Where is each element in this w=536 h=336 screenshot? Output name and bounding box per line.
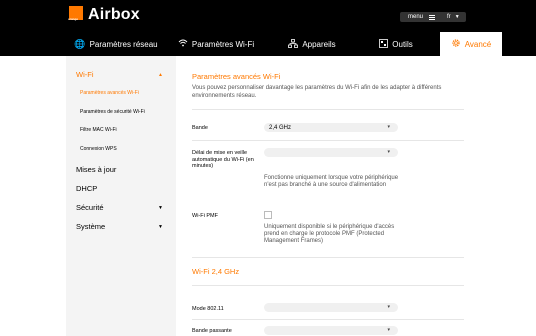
language-selector[interactable]: fr — [447, 14, 451, 20]
sidebar-item-mises-a-jour[interactable]: Mises à jour — [76, 165, 116, 174]
globe-icon: 🌐 — [74, 38, 86, 49]
menu-bar: menu fr ▼ — [400, 12, 466, 22]
bande-passante-select[interactable]: ▾ — [264, 326, 398, 335]
sidebar-item-parametres-securite-wifi[interactable]: Paramètres de sécurité Wi-Fi — [80, 109, 145, 115]
veille-select[interactable]: ▾ — [264, 148, 398, 157]
chevron-down-icon[interactable]: ▼ — [158, 224, 163, 230]
top-header: orange Airbox menu fr ▼ 🌐 Paramètres rés… — [0, 0, 536, 56]
divider — [192, 285, 464, 286]
chevron-up-icon[interactable]: ▲ — [158, 72, 163, 78]
network-icon — [288, 38, 299, 50]
mode-select[interactable]: ▾ — [264, 303, 398, 312]
sidebar-item-filtre-mac-wifi[interactable]: Filtre MAC Wi-Fi — [80, 127, 117, 133]
tools-icon — [379, 38, 389, 50]
chevron-down-icon[interactable]: ▼ — [158, 205, 163, 211]
chevron-down-icon[interactable]: ▼ — [455, 14, 460, 20]
bande-select[interactable]: 2,4 GHz ▾ — [264, 123, 398, 132]
logo-text: orange — [68, 17, 79, 21]
bande-passante-label: Bande passante — [192, 328, 232, 334]
sidebar-item-parametres-avances-wifi[interactable]: Paramètres avancés Wi-Fi — [80, 90, 139, 96]
divider — [192, 109, 464, 110]
sidebar-item-dhcp[interactable]: DHCP — [76, 184, 97, 193]
bande-label: Bande — [192, 125, 208, 131]
pmf-hint: Uniquement disponible si le périphérique… — [264, 224, 395, 244]
sidebar-item-wifi[interactable]: Wi-Fi — [76, 70, 94, 79]
tab-outils[interactable]: Outils — [358, 32, 434, 56]
bande-value: 2,4 GHz — [269, 124, 292, 131]
chevron-down-icon: ▾ — [387, 327, 390, 333]
gear-icon — [451, 38, 461, 50]
page-title: Paramètres avancés Wi-Fi — [192, 72, 281, 81]
menu-button[interactable]: menu — [408, 14, 423, 20]
pmf-label: Wi-Fi PMF — [192, 213, 218, 219]
tab-label: Paramètres Wi-Fi — [191, 39, 255, 49]
chevron-down-icon: ▾ — [387, 124, 390, 130]
tab-label: Paramètres réseau — [89, 39, 158, 49]
hamburger-icon[interactable] — [429, 14, 436, 20]
main-tabs: 🌐 Paramètres réseau Paramètres Wi-Fi App… — [66, 32, 502, 56]
tab-label: Avancé — [464, 39, 492, 49]
tab-label: Outils — [392, 39, 413, 49]
main-content: Paramètres avancés Wi-Fi Vous pouvez per… — [176, 56, 476, 336]
chevron-down-icon: ▾ — [387, 149, 390, 155]
mode-label: Mode 802.11 — [192, 306, 224, 312]
chevron-down-icon: ▾ — [387, 304, 390, 310]
page-description: Vous pouvez personnaliser davantage les … — [192, 85, 442, 99]
app-title: Airbox — [88, 6, 140, 23]
tab-parametres-wifi[interactable]: Paramètres Wi-Fi — [166, 32, 266, 56]
tab-appareils[interactable]: Appareils — [266, 32, 358, 56]
sidebar-item-securite[interactable]: Sécurité — [76, 203, 104, 212]
veille-label: Délai de mise en veille automatique du W… — [192, 150, 254, 169]
pmf-checkbox[interactable] — [264, 211, 272, 219]
tab-avance[interactable]: Avancé — [440, 32, 502, 56]
divider — [192, 257, 464, 258]
wifi-icon — [178, 39, 188, 49]
divider — [192, 319, 464, 320]
sidebar: Wi-Fi ▲ Paramètres avancés Wi-Fi Paramèt… — [66, 56, 176, 336]
tab-parametres-reseau[interactable]: 🌐 Paramètres réseau — [66, 32, 166, 56]
veille-hint: Fonctionne uniquement lorsque votre péri… — [264, 175, 399, 188]
sidebar-item-systeme[interactable]: Système — [76, 222, 105, 231]
section-title-wifi-24: Wi-Fi 2,4 GHz — [192, 267, 240, 276]
sidebar-item-connexion-wps[interactable]: Connexion WPS — [80, 146, 117, 152]
tab-label: Appareils — [302, 39, 336, 49]
divider — [192, 140, 464, 141]
